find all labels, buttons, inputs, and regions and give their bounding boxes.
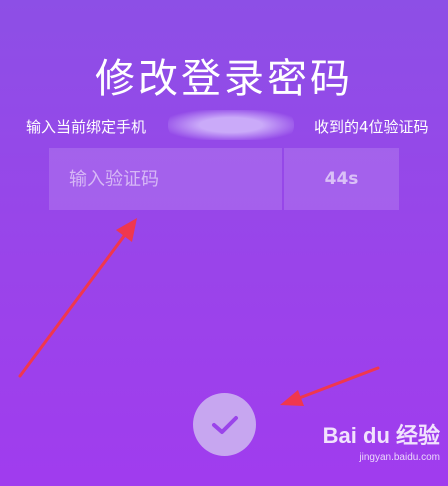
- arrow-to-confirm: [280, 366, 380, 406]
- arrow-to-input: [18, 218, 137, 378]
- watermark: Bai du 经验 jingyan.baidu.com: [310, 418, 440, 474]
- annotation-arrows: [18, 218, 380, 406]
- watermark-logo: Bai du 经验: [322, 423, 440, 448]
- watermark-url: jingyan.baidu.com: [359, 452, 440, 463]
